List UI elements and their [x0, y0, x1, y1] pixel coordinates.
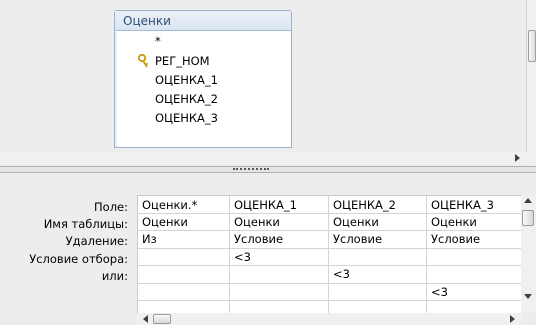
grid-cell-field[interactable]: ОЦЕНКА_2 [329, 198, 396, 212]
grid-cell-table[interactable]: Оценки [329, 215, 379, 229]
scroll-left-arrow-icon[interactable] [143, 315, 148, 323]
grid-cell-table[interactable]: Оценки [138, 215, 188, 229]
grid-cell-field[interactable]: ОЦЕНКА_1 [230, 198, 297, 212]
grid-cell-table[interactable]: Оценки [230, 215, 280, 229]
scroll-up-arrow-icon[interactable] [524, 198, 532, 203]
query-design-grid-pane: Поле: Имя таблицы: Удаление: Условие отб… [0, 173, 536, 325]
field-list-body: * РЕГ_НОМ ОЦЕНКА_1 ОЦЕНКА_2 ОЦЕНКА_3 [115, 32, 291, 147]
field-list-title[interactable]: Оценки [115, 11, 291, 31]
query-grid: Оценки.* Оценки Из ОЦЕНКА_1 Оценки Услов… [137, 195, 521, 313]
grid-cell-field[interactable]: ОЦЕНКА_3 [427, 198, 494, 212]
row-label-table: Имя таблицы: [43, 217, 128, 231]
field-item-reg-nom[interactable]: РЕГ_НОМ [155, 54, 210, 68]
grid-vertical-scrollbar[interactable] [521, 195, 536, 313]
grid-row-divider [138, 265, 521, 266]
grid-row-divider [138, 230, 521, 231]
field-list-window[interactable]: Оценки * РЕГ_НОМ ОЦЕНКА_1 ОЦЕНКА_2 ОЦЕНК… [114, 10, 292, 148]
table-design-pane: Оценки * РЕГ_НОМ ОЦЕНКА_1 ОЦЕНКА_2 ОЦЕНК… [0, 0, 536, 166]
field-item-ocenka-1[interactable]: ОЦЕНКА_1 [155, 73, 218, 87]
scroll-right-arrow-icon[interactable] [515, 154, 520, 162]
row-label-or: или: [101, 269, 128, 283]
grid-cell-criteria[interactable]: <3 [230, 250, 251, 264]
grid-cell-or[interactable]: <3 [427, 285, 448, 299]
grid-cell-table[interactable]: Оценки [427, 215, 477, 229]
grid-cell-delete[interactable]: Условие [427, 232, 480, 246]
upper-vertical-scrollbar[interactable] [526, 0, 536, 166]
grid-cell-delete[interactable]: Условие [230, 232, 283, 246]
field-item-ocenka-2[interactable]: ОЦЕНКА_2 [155, 92, 218, 106]
scroll-down-arrow-icon[interactable] [524, 294, 532, 299]
pane-splitter[interactable] [0, 166, 536, 173]
row-label-criteria: Условие отбора: [29, 252, 128, 266]
grid-row-divider [138, 283, 521, 284]
grid-cell-delete[interactable]: Из [138, 232, 157, 246]
grid-horizontal-scrollbar[interactable] [137, 313, 521, 325]
field-item-ocenka-3[interactable]: ОЦЕНКА_3 [155, 111, 218, 125]
field-item-all[interactable]: * [155, 34, 161, 48]
grid-row-divider [138, 248, 521, 249]
grid-row-divider [138, 213, 521, 214]
row-label-field: Поле: [94, 200, 128, 214]
grid-vertical-scroll-thumb[interactable] [522, 210, 534, 226]
grid-horizontal-scroll-thumb[interactable] [153, 314, 171, 324]
primary-key-icon [137, 54, 149, 68]
splitter-grip-icon[interactable] [233, 168, 269, 171]
grid-cell-field[interactable]: Оценки.* [138, 198, 197, 212]
scroll-right-arrow-icon[interactable] [510, 315, 515, 323]
row-label-delete: Удаление: [65, 234, 128, 248]
upper-horizontal-scrollbar[interactable] [0, 152, 536, 165]
grid-cell-delete[interactable]: Условие [329, 232, 382, 246]
upper-vertical-scroll-thumb[interactable] [528, 30, 536, 62]
grid-cell-or[interactable]: <3 [329, 267, 350, 281]
grid-row-divider [138, 300, 521, 301]
